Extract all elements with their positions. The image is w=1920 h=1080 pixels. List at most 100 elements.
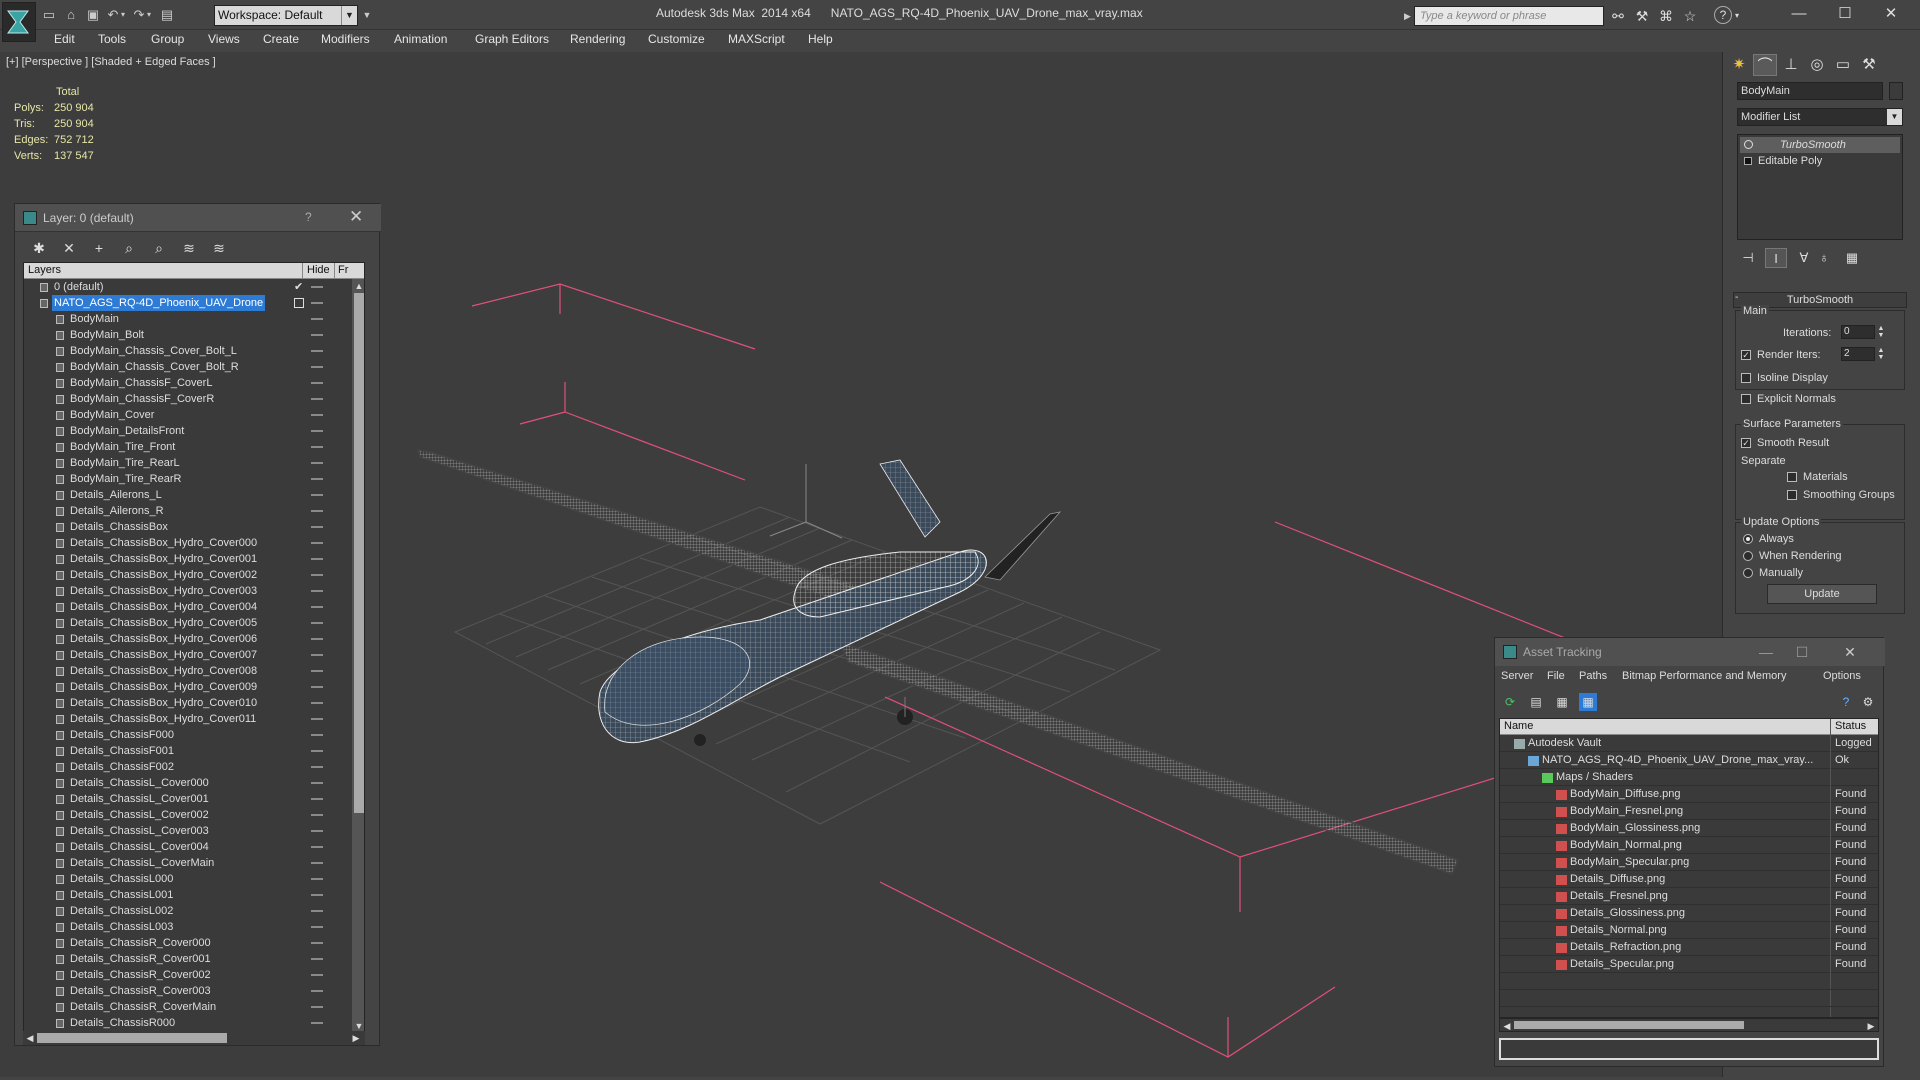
materials-checkbox[interactable] xyxy=(1787,472,1797,482)
hide-toggle[interactable] xyxy=(311,750,323,752)
hide-toggle[interactable] xyxy=(311,510,323,512)
search-input[interactable]: Type a keyword or phrase xyxy=(1414,6,1604,26)
layer-row[interactable]: Details_ChassisL_Cover001 xyxy=(24,791,352,807)
asset-menu-server[interactable]: Server xyxy=(1501,670,1533,682)
refresh-icon[interactable]: ⟳ xyxy=(1501,693,1519,711)
layer-row[interactable]: Details_ChassisR_CoverMain xyxy=(24,999,352,1015)
help-dropdown-icon[interactable]: ▾ xyxy=(1732,6,1742,26)
spinner-arrows-icon[interactable]: ▲ ▼ xyxy=(1877,325,1885,339)
menu-create[interactable]: Create xyxy=(263,32,299,46)
redo-dropdown-icon[interactable]: ▾ xyxy=(144,6,154,24)
hide-toggle[interactable] xyxy=(311,686,323,688)
hide-toggle[interactable] xyxy=(311,654,323,656)
lightbulb-icon[interactable] xyxy=(1744,140,1753,149)
open-file-icon[interactable]: ⌂ xyxy=(62,6,80,24)
asset-row[interactable]: Details_Specular.png Found xyxy=(1500,956,1878,973)
subscription-icon[interactable]: ⚒ xyxy=(1632,6,1652,26)
hide-toggle[interactable] xyxy=(311,366,323,368)
display-tab-icon[interactable]: ▭ xyxy=(1831,54,1855,76)
help-icon[interactable]: ? xyxy=(1714,6,1732,24)
modify-tab-icon[interactable]: ⌒ xyxy=(1753,54,1777,76)
undo-dropdown-icon[interactable]: ▾ xyxy=(118,6,128,24)
workspace-dropdown[interactable]: Workspace: Default ▼ xyxy=(214,5,358,26)
highlight-selected-icon[interactable]: ⌕ xyxy=(149,239,169,257)
hide-toggle[interactable] xyxy=(311,1006,323,1008)
asset-row[interactable]: NATO_AGS_RQ-4D_Phoenix_UAV_Drone_max_vra… xyxy=(1500,752,1878,769)
hide-toggle[interactable] xyxy=(311,878,323,880)
menu-modifiers[interactable]: Modifiers xyxy=(321,32,370,46)
hide-toggle[interactable] xyxy=(311,478,323,480)
freeze-all-layers-icon[interactable]: ≋ xyxy=(209,239,229,257)
layer-row[interactable]: Details_ChassisBox_Hydro_Cover005 xyxy=(24,615,352,631)
close-button[interactable]: ✕ xyxy=(1868,2,1914,26)
layer-row[interactable]: Details_ChassisBox_Hydro_Cover004 xyxy=(24,599,352,615)
hide-toggle[interactable] xyxy=(311,814,323,816)
layer-row[interactable]: Details_ChassisBox xyxy=(24,519,352,535)
menu-animation[interactable]: Animation xyxy=(394,32,447,46)
menu-help[interactable]: Help xyxy=(808,32,833,46)
hide-toggle[interactable] xyxy=(311,718,323,720)
hide-toggle[interactable] xyxy=(311,334,323,336)
hide-toggle[interactable] xyxy=(311,942,323,944)
asset-row[interactable]: Autodesk Vault Logged xyxy=(1500,735,1878,752)
layer-row[interactable]: Details_ChassisBox_Hydro_Cover011 xyxy=(24,711,352,727)
layer-row[interactable]: Details_ChassisL_Cover003 xyxy=(24,823,352,839)
help-icon[interactable]: ? xyxy=(1837,693,1855,711)
stack-item-turbosmooth[interactable]: TurboSmooth xyxy=(1740,137,1900,153)
update-button[interactable]: Update xyxy=(1767,584,1877,604)
hide-toggle[interactable] xyxy=(311,766,323,768)
layer-horizontal-scrollbar[interactable]: ◀ ▶ xyxy=(23,1031,365,1045)
hide-toggle[interactable] xyxy=(311,670,323,672)
layer-row[interactable]: Details_ChassisR000 xyxy=(24,1015,352,1031)
hide-all-layers-icon[interactable]: ≋ xyxy=(179,239,199,257)
collapse-rollout-icon[interactable]: - xyxy=(1735,292,1738,303)
column-name[interactable]: Name xyxy=(1504,719,1533,734)
menu-maxscript[interactable]: MAXScript xyxy=(728,32,785,46)
modifier-list-dropdown[interactable]: Modifier List ▼ xyxy=(1737,108,1903,126)
layer-window-titlebar[interactable]: Layer: 0 (default) ? ✕ xyxy=(15,204,381,232)
asset-row[interactable]: Maps / Shaders xyxy=(1500,769,1878,786)
layer-row[interactable]: Details_ChassisBox_Hydro_Cover007 xyxy=(24,647,352,663)
hide-toggle[interactable] xyxy=(311,350,323,352)
hide-toggle[interactable] xyxy=(311,542,323,544)
minimize-button[interactable]: — xyxy=(1776,2,1822,26)
hide-toggle[interactable] xyxy=(311,398,323,400)
layer-row[interactable]: 0 (default) ✔ xyxy=(24,279,352,295)
layer-row[interactable]: Details_ChassisL002 xyxy=(24,903,352,919)
asset-row[interactable]: BodyMain_Specular.png Found xyxy=(1500,854,1878,871)
asset-table[interactable]: Name Status Autodesk Vault Logged NATO_AGS… xyxy=(1499,718,1879,1018)
menu-edit[interactable]: Edit xyxy=(54,32,75,46)
active-layer-check-icon[interactable]: ✔ xyxy=(294,279,303,295)
layer-row[interactable]: NATO_AGS_RQ-4D_Phoenix_UAV_Drone xyxy=(24,295,352,311)
hide-toggle[interactable] xyxy=(311,926,323,928)
layer-row[interactable]: Details_ChassisR_Cover000 xyxy=(24,935,352,951)
utilities-tab-icon[interactable]: ⚒ xyxy=(1857,54,1881,76)
layer-row[interactable]: BodyMain_Chassis_Cover_Bolt_R xyxy=(24,359,352,375)
create-layer-icon[interactable]: ✱ xyxy=(29,239,49,257)
layer-row[interactable]: Details_ChassisBox_Hydro_Cover009 xyxy=(24,679,352,695)
hierarchy-tab-icon[interactable]: ⊥ xyxy=(1779,54,1803,76)
layer-row[interactable]: BodyMain_ChassisF_CoverL xyxy=(24,375,352,391)
layer-row[interactable]: Details_ChassisL_CoverMain xyxy=(24,855,352,871)
layer-row[interactable]: Details_ChassisL_Cover004 xyxy=(24,839,352,855)
column-freeze[interactable]: Fr xyxy=(334,263,354,278)
layer-row[interactable]: Details_ChassisL001 xyxy=(24,887,352,903)
iterations-spinner[interactable]: 0 xyxy=(1841,325,1875,339)
layer-row[interactable]: Details_ChassisF002 xyxy=(24,759,352,775)
asset-row[interactable]: Details_Glossiness.png Found xyxy=(1500,905,1878,922)
object-color-swatch[interactable] xyxy=(1889,82,1903,100)
asset-menu-bitmap-performance[interactable]: Bitmap Performance and Memory xyxy=(1622,670,1786,682)
hide-toggle[interactable] xyxy=(311,430,323,432)
layer-row[interactable]: BodyMain_Tire_Front xyxy=(24,439,352,455)
layer-row[interactable]: Details_Ailerons_L xyxy=(24,487,352,503)
select-objects-in-layer-icon[interactable]: ⌕ xyxy=(119,239,139,257)
layer-help-button[interactable]: ? xyxy=(305,210,312,224)
scroll-thumb[interactable] xyxy=(354,293,364,813)
hide-toggle[interactable] xyxy=(311,782,323,784)
layer-row[interactable]: Details_ChassisR_Cover003 xyxy=(24,983,352,999)
hide-toggle[interactable] xyxy=(311,638,323,640)
asset-row[interactable]: Details_Refraction.png Found xyxy=(1500,939,1878,956)
search-expand-icon[interactable]: ▶ xyxy=(1404,6,1414,26)
layer-vertical-scrollbar[interactable]: ▲ ▼ xyxy=(352,279,364,1031)
layer-row[interactable]: Details_ChassisBox_Hydro_Cover006 xyxy=(24,631,352,647)
